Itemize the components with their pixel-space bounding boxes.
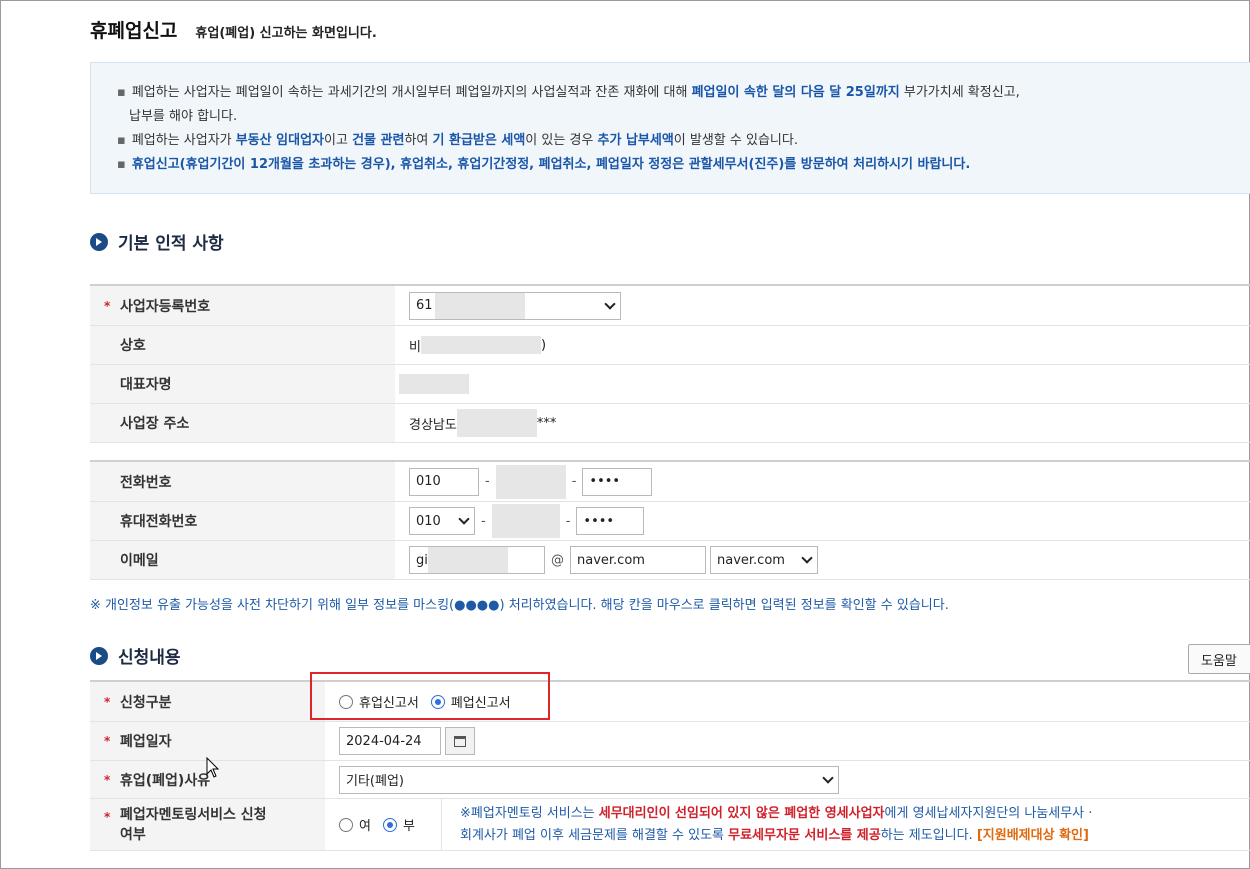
masked-value <box>399 374 469 394</box>
row-mobile: 휴대전화번호 010 - - •••• <box>90 502 1250 541</box>
notice-box: ▪ 폐업하는 사업자는 폐업일이 속하는 과세기간의 개시일부터 폐업일까지의 사… <box>90 62 1250 194</box>
chevron-down-icon <box>604 297 616 310</box>
row-apply-type: * 신청구분 휴업신고서 폐업신고서 <box>90 682 1250 722</box>
mouse-cursor-icon <box>206 757 220 778</box>
email-domain-input[interactable]: naver.com <box>570 546 706 574</box>
section-arrow-icon <box>90 232 108 251</box>
page-header: 휴폐업신고 휴업(폐업) 신고하는 화면입니다. <box>90 16 377 43</box>
row-mentoring: * 폐업자멘토링서비스 신청 여부 여 부 ※폐업자멘토링 서비스는 세무대리인… <box>90 799 1250 851</box>
row-representative: 대표자명 <box>90 365 1250 404</box>
radio-mentor-yes[interactable]: 여 <box>339 815 371 834</box>
email-id-input[interactable]: gi <box>409 546 545 574</box>
phone-part1-input[interactable]: 010 <box>409 467 479 496</box>
row-reason: * 휴업(폐업)사유 기타(폐업) <box>90 761 1250 799</box>
calendar-icon[interactable] <box>445 727 475 755</box>
closure-date-input[interactable]: 2024-04-24 <box>339 727 441 755</box>
mobile-part2-input[interactable] <box>491 504 560 538</box>
chevron-down-icon <box>458 513 470 525</box>
row-company-name: 상호 비) <box>90 326 1250 365</box>
page-subtitle: 휴업(폐업) 신고하는 화면입니다. <box>195 26 377 41</box>
contact-table: 전화번호 010 - - •••• 휴대전화번호 010 - - •••• 이메… <box>90 460 1250 580</box>
phone-part3-input[interactable]: •••• <box>582 467 653 496</box>
apply-table: * 신청구분 휴업신고서 폐업신고서 * 폐업일자 2024-04-24 * 휴업(폐… <box>90 680 1250 851</box>
row-address: 사업장 주소 경상남도 *** <box>90 404 1250 443</box>
help-button[interactable]: 도움말 <box>1188 644 1250 674</box>
row-closure-date: * 폐업일자 2024-04-24 <box>90 722 1250 761</box>
row-email: 이메일 gi @ naver.com naver.com <box>90 541 1250 580</box>
email-domain-select[interactable]: naver.com <box>710 546 818 574</box>
notice-line-3: ▪ 휴업신고(휴업기간이 12개월을 초과하는 경우), 휴업취소, 휴업기간정정… <box>117 157 971 172</box>
radio-closure[interactable]: 폐업신고서 <box>430 692 511 711</box>
radio-suspension[interactable]: 휴업신고서 <box>339 692 419 711</box>
notice-line-2: ▪ 폐업하는 사업자가 부동산 임대업자이고 건물 관련하여 기 환급받은 세액이… <box>117 133 798 148</box>
biz-no-select[interactable]: 61 <box>409 291 621 320</box>
chevron-down-icon <box>822 771 834 784</box>
exclusion-link[interactable]: [지원배제대상 확인] <box>977 828 1089 843</box>
notice-line-1: ▪ 폐업하는 사업자는 폐업일이 속하는 과세기간의 개시일부터 폐업일까지의 사… <box>117 85 1020 100</box>
reason-select[interactable]: 기타(폐업) <box>339 765 839 794</box>
row-biz-no: * 사업자등록번호 61 <box>90 286 1250 326</box>
page-title: 휴폐업신고 <box>90 20 178 42</box>
section-apply-heading: 신청내용 <box>90 643 181 668</box>
phone-part2-input[interactable] <box>495 464 566 499</box>
notice-line-1-cont: 납부를 해야 합니다. <box>129 109 238 124</box>
radio-mentor-no[interactable]: 부 <box>382 815 415 834</box>
chevron-down-icon <box>801 552 813 564</box>
mobile-part3-input[interactable]: •••• <box>576 507 645 535</box>
section-arrow-icon <box>90 646 108 665</box>
row-phone: 전화번호 010 - - •••• <box>90 462 1250 502</box>
privacy-note: ※ 개인정보 유출 가능성을 사전 차단하기 위해 일부 정보를 마스킹(●●●… <box>90 598 949 613</box>
section-basic-heading: 기본 인적 사항 <box>90 229 224 254</box>
basic-info-table: * 사업자등록번호 61 상호 비) 대표자명 사업장 주소 경상남도 *** <box>90 284 1250 443</box>
mobile-prefix-select[interactable]: 010 <box>409 507 475 535</box>
mentoring-description: ※폐업자멘토링 서비스는 세무대리인이 선임되어 있지 않은 폐업한 영세사업자… <box>460 805 1093 843</box>
